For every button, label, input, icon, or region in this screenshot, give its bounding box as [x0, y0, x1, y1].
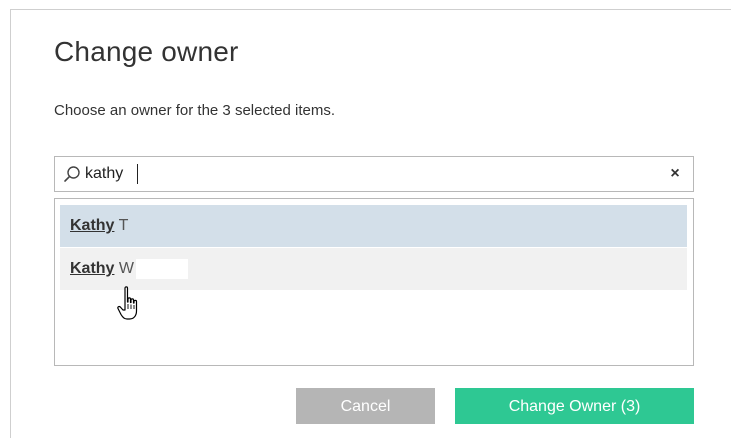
redacted-surname	[136, 258, 188, 279]
close-icon[interactable]: ×	[667, 166, 683, 182]
search-icon	[63, 165, 81, 183]
text-caret	[137, 164, 138, 184]
result-match-text: Kathy	[70, 217, 115, 234]
dialog-title: Change owner	[54, 36, 239, 67]
search-input[interactable]	[85, 163, 645, 185]
change-owner-dialog: Change owner Choose an owner for the 3 s…	[10, 9, 731, 438]
hand-cursor-icon	[117, 286, 138, 320]
result-match-text: Kathy	[70, 260, 115, 277]
result-rest-text: W	[114, 260, 134, 277]
list-item-selected[interactable]: Kathy T	[60, 205, 687, 247]
result-rest-text: T	[114, 217, 129, 234]
owner-results-list: Kathy T Kathy W	[54, 198, 694, 366]
change-owner-button[interactable]: Change Owner (3)	[455, 388, 694, 424]
dialog-subtitle: Choose an owner for the 3 selected items…	[54, 102, 335, 119]
list-item-hovered[interactable]: Kathy W	[60, 248, 687, 290]
search-field[interactable]: ×	[54, 156, 694, 192]
cancel-button[interactable]: Cancel	[296, 388, 435, 424]
